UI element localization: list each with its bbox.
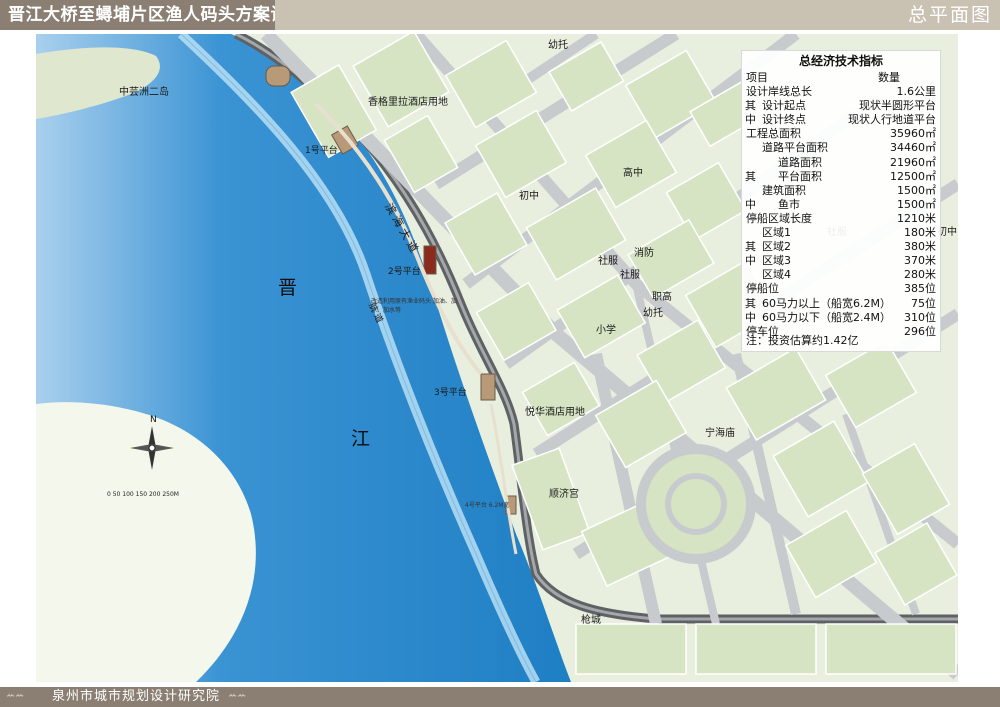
econ-row: 设计岸线总长 1.6公里 xyxy=(742,85,940,99)
footer-ornament-left: ꕀꕀ xyxy=(6,690,25,701)
school-primary-label: 小学 xyxy=(596,325,616,336)
econ-row: 其设计起点 现状半圆形平台 xyxy=(742,99,940,113)
econ-row-label: 设计岸线总长 xyxy=(746,85,812,99)
econ-row-side: 其 xyxy=(745,240,756,254)
platform-1-label: 1号平台 xyxy=(305,146,338,156)
econ-header-qty: 数量 xyxy=(878,71,900,84)
river-label-jiang: 江 xyxy=(351,428,371,450)
econ-row-value: 1.6公里 xyxy=(896,85,937,99)
qiangcheng-label: 枪城 xyxy=(581,615,601,626)
econ-row-label: 设计起点 xyxy=(762,99,806,113)
econ-row: 中设计终点 现状人行地道平台 xyxy=(742,113,940,127)
econ-row-value: 385位 xyxy=(904,282,936,296)
econ-row-label: 设计终点 xyxy=(762,113,806,127)
econ-row-value: 310位 xyxy=(904,310,936,324)
econ-row-side: 中 xyxy=(745,254,756,268)
econ-row: 区域4 280米 xyxy=(742,268,940,282)
econ-row-value: 180米 xyxy=(904,226,936,240)
footer-ornament-right: ꕀꕀ xyxy=(228,690,247,701)
econ-row-label: 区域1 xyxy=(762,226,791,240)
econ-title: 总经济技术指标 xyxy=(798,54,883,68)
econ-row-value: 1210米 xyxy=(897,211,936,225)
econ-row-side: 中 xyxy=(745,310,756,324)
social-service-label-1: 社服 xyxy=(598,256,618,267)
econ-row-value: 280米 xyxy=(904,268,936,282)
econ-row-side: 其 xyxy=(745,169,756,183)
renovation-note: 改造利用原有渔业码头 加油、加冰、加水等 xyxy=(371,298,457,314)
econ-row-side: 其 xyxy=(745,99,756,113)
social-service-label-2: 社服 xyxy=(620,270,640,281)
econ-row: 道路平台面积 34460㎡ xyxy=(742,141,940,155)
econ-row: 中 60马力以下（船宽2.4M） 310位 xyxy=(742,311,940,325)
hotel-label-yuehua: 悦华酒店用地 xyxy=(525,407,585,418)
title-bar: 晋江大桥至蟳埔片区渔人码头方案设计 总平面图 xyxy=(0,0,1000,30)
econ-row: 停船位 385位 xyxy=(742,282,940,296)
econ-row-side: 中 xyxy=(745,197,756,211)
view-title: 总平面图 xyxy=(907,4,992,26)
econ-row: 建筑面积 1500㎡ xyxy=(742,184,940,198)
econ-row-label: 工程总面积 xyxy=(746,127,801,141)
ninghai-temple-label: 宁海庙 xyxy=(705,428,735,439)
kindergarten-label-2: 幼托 xyxy=(643,308,663,319)
econ-row: 其 平台面积 12500㎡ xyxy=(742,170,940,184)
econ-row-label: 60马力以下（船宽2.4M） xyxy=(762,310,891,324)
econ-row: 其区域2 380米 xyxy=(742,240,940,254)
svg-text:N: N xyxy=(150,415,157,425)
econ-row-label: 平台面积 xyxy=(778,169,822,183)
econ-row-label: 道路平台面积 xyxy=(762,141,828,155)
econ-row: 中 鱼市 1500㎡ xyxy=(742,198,940,212)
econ-row-label: 区域3 xyxy=(762,254,791,268)
platform-4-label: 4号平台 6.2M宽 xyxy=(465,502,510,509)
econ-row: 中区域3 370米 xyxy=(742,254,940,268)
vocational-label: 职高 xyxy=(652,292,672,303)
river-label-jin: 晋 xyxy=(278,277,298,299)
footer-bar: ꕀꕀ 泉州市城市规划设计研究院 ꕀꕀ xyxy=(0,687,1000,707)
econ-row-label: 道路面积 xyxy=(778,155,822,169)
econ-row-value: 34460㎡ xyxy=(890,141,936,155)
econ-row-side: 中 xyxy=(745,113,756,127)
econ-row-value: 现状人行地道平台 xyxy=(848,113,936,127)
fire-station-label: 消防 xyxy=(634,248,654,259)
econ-row-label: 60马力以上（船宽6.2M） xyxy=(762,296,891,310)
econ-row-label: 建筑面积 xyxy=(762,183,806,197)
econ-row-label: 区域4 xyxy=(762,268,791,282)
platform-3-label: 3号平台 xyxy=(434,388,467,398)
econ-rows: 设计岸线总长 1.6公里其设计起点 现状半圆形平台中设计终点 现状人行地道平台 工程总面… xyxy=(742,85,940,339)
school-high-label: 高中 xyxy=(623,168,643,179)
scale-bar: 0 50 100 150 200 250M xyxy=(107,491,179,498)
econ-row-value: 现状半圆形平台 xyxy=(859,99,936,113)
econ-row-value: 1500㎡ xyxy=(897,183,936,197)
econ-row-label: 停船区域长度 xyxy=(746,211,812,225)
econ-row-value: 35960㎡ xyxy=(890,127,936,141)
econ-header-item: 项目 xyxy=(746,71,768,84)
econ-row: 停船区域长度 1210米 xyxy=(742,212,940,226)
econ-row-value: 12500㎡ xyxy=(890,169,936,183)
footer-org: 泉州市城市规划设计研究院 xyxy=(52,689,221,704)
econ-row-value: 75位 xyxy=(911,296,936,310)
econ-row-label: 停船位 xyxy=(746,282,779,296)
econ-header-row: 项目 数量 xyxy=(742,71,940,85)
econ-note: 注：投资估算约1.42亿 xyxy=(746,334,859,347)
econ-row-label: 鱼市 xyxy=(778,197,800,211)
project-title: 晋江大桥至蟳埔片区渔人码头方案设计 xyxy=(0,0,275,30)
econ-row-value: 1500㎡ xyxy=(897,197,936,211)
econ-row: 道路面积 21960㎡ xyxy=(742,156,940,170)
hotel-label-shangrila: 香格里拉酒店用地 xyxy=(368,97,448,108)
econ-row: 区域1 180米 xyxy=(742,226,940,240)
economic-indicator-table: 总经济技术指标 项目 数量 设计岸线总长 1.6公里其设计起点 现状半圆形平台中设计… xyxy=(741,50,941,352)
econ-row-value: 370米 xyxy=(904,254,936,268)
island-label: 中芸洲二岛 xyxy=(119,87,169,98)
school-middle-label: 初中 xyxy=(519,191,539,202)
platform-2-label: 2号平台 xyxy=(388,267,421,277)
north-arrow-icon: N xyxy=(130,415,174,470)
econ-row-side: 其 xyxy=(745,296,756,310)
econ-row-value: 21960㎡ xyxy=(890,155,936,169)
econ-row-value: 296位 xyxy=(904,324,936,338)
econ-row: 工程总面积 35960㎡ xyxy=(742,127,940,141)
econ-row-value: 380米 xyxy=(904,240,936,254)
econ-row: 其 60马力以上（船宽6.2M） 75位 xyxy=(742,297,940,311)
econ-row-label: 区域2 xyxy=(762,240,791,254)
kindergarten-label-1: 幼托 xyxy=(548,40,568,51)
shunji-palace-label: 顺济宫 xyxy=(549,489,579,500)
